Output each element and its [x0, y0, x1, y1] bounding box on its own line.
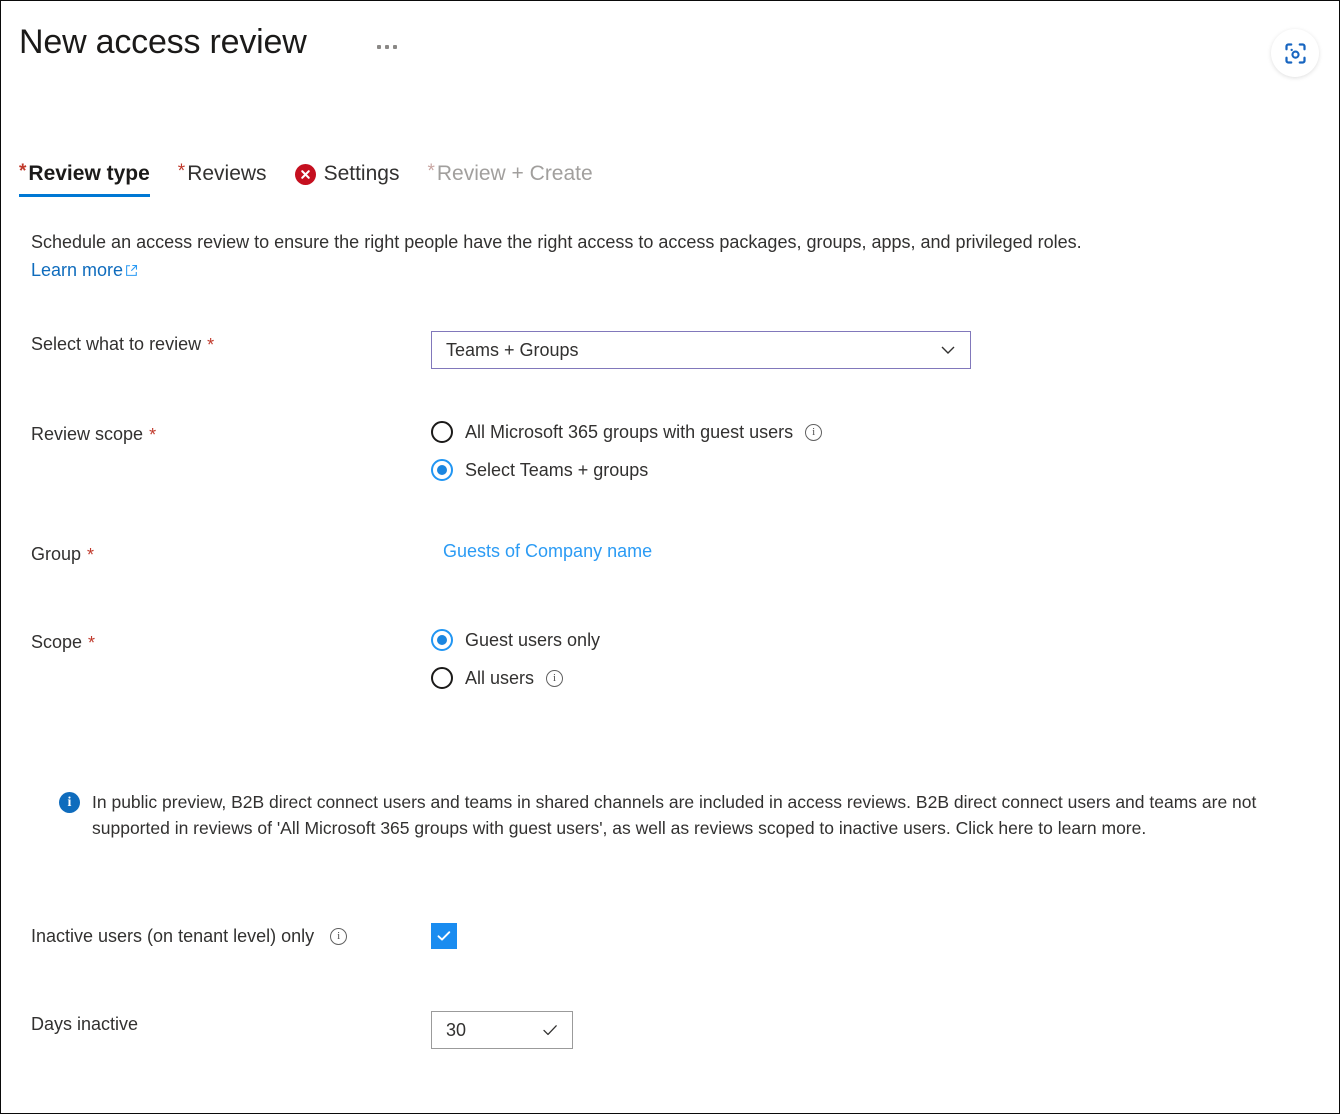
error-circle-icon — [295, 164, 316, 185]
required-marker: * — [178, 162, 185, 181]
scope-radio-group: Guest users only All users i — [431, 629, 600, 689]
tab-label: Review + Create — [437, 161, 593, 187]
radio-all-m365-groups[interactable]: All Microsoft 365 groups with guest user… — [431, 421, 822, 443]
close-x-glyph — [299, 168, 312, 181]
label-review-scope: Review scope * — [31, 421, 431, 447]
chevron-down-icon — [938, 340, 958, 360]
checkmark-icon[interactable] — [540, 1020, 560, 1040]
intro-description: Schedule an access review to ensure the … — [31, 228, 1281, 284]
camera-scan-icon — [1282, 40, 1309, 67]
radio-indicator[interactable] — [431, 667, 453, 689]
days-inactive-value: 30 — [446, 1020, 466, 1041]
required-marker: * — [149, 422, 156, 448]
wizard-tabs: * Review type * Reviews Settings * Revie… — [19, 161, 621, 197]
info-circle-icon: i — [59, 792, 80, 813]
label-group: Group * — [31, 541, 431, 567]
learn-more-label: Learn more — [31, 256, 123, 284]
required-marker: * — [87, 542, 94, 568]
info-icon[interactable]: i — [805, 424, 822, 441]
ellipsis-dot — [385, 45, 389, 49]
page-title: New access review — [19, 23, 307, 62]
label-scope: Scope * — [31, 629, 431, 655]
banner-text: In public preview, B2B direct connect us… — [92, 789, 1281, 841]
days-inactive-input[interactable]: 30 — [431, 1011, 573, 1049]
radio-label: All users — [465, 668, 534, 689]
radio-guest-users-only[interactable]: Guest users only — [431, 629, 600, 651]
required-marker: * — [19, 162, 26, 181]
ellipsis-dot — [377, 45, 381, 49]
row-select-what-to-review: Select what to review * Teams + Groups — [31, 331, 971, 369]
inactive-users-checkbox[interactable] — [431, 923, 457, 949]
label-text: Inactive users (on tenant level) only — [31, 923, 314, 949]
tab-label: Settings — [324, 161, 400, 187]
row-scope: Scope * Guest users only All users i — [31, 629, 600, 689]
radio-indicator[interactable] — [431, 629, 453, 651]
tab-reviews[interactable]: * Reviews — [178, 161, 281, 197]
select-what-to-review-dropdown[interactable]: Teams + Groups — [431, 331, 971, 369]
label-text: Group — [31, 541, 81, 567]
radio-indicator[interactable] — [431, 421, 453, 443]
tab-review-type[interactable]: * Review type — [19, 161, 164, 197]
screen-capture-button[interactable] — [1271, 29, 1319, 77]
radio-label: All Microsoft 365 groups with guest user… — [465, 422, 793, 443]
radio-select-teams-groups[interactable]: Select Teams + groups — [431, 459, 822, 481]
more-options-button[interactable] — [377, 45, 397, 49]
info-icon[interactable]: i — [330, 928, 347, 945]
tab-label: Reviews — [187, 161, 266, 187]
radio-label: Guest users only — [465, 630, 600, 651]
external-link-icon — [125, 264, 138, 277]
row-review-scope: Review scope * All Microsoft 365 groups … — [31, 421, 822, 481]
group-selection-link[interactable]: Guests of Company name — [443, 541, 652, 562]
tab-settings[interactable]: Settings — [295, 161, 414, 197]
label-days-inactive: Days inactive — [31, 1011, 431, 1037]
radio-label: Select Teams + groups — [465, 460, 648, 481]
row-group: Group * Guests of Company name — [31, 541, 652, 567]
review-scope-radio-group: All Microsoft 365 groups with guest user… — [431, 421, 822, 481]
dropdown-value: Teams + Groups — [446, 340, 579, 361]
preview-info-banner: i In public preview, B2B direct connect … — [59, 789, 1281, 841]
checkmark-icon — [435, 927, 453, 945]
required-marker: * — [427, 162, 434, 181]
ellipsis-dot — [393, 45, 397, 49]
radio-all-users[interactable]: All users i — [431, 667, 600, 689]
learn-more-link[interactable]: Learn more — [31, 256, 138, 284]
tab-label: Review type — [28, 161, 149, 187]
radio-indicator[interactable] — [431, 459, 453, 481]
active-tab-underline — [19, 194, 150, 197]
label-text: Days inactive — [31, 1011, 138, 1037]
label-inactive-users-only: Inactive users (on tenant level) only i — [31, 923, 431, 949]
new-access-review-page: New access review * Review type * — [0, 0, 1340, 1114]
intro-text: Schedule an access review to ensure the … — [31, 232, 1082, 252]
label-text: Review scope — [31, 421, 143, 447]
required-marker: * — [207, 332, 214, 358]
row-days-inactive: Days inactive 30 — [31, 1011, 573, 1049]
row-inactive-users-only: Inactive users (on tenant level) only i — [31, 923, 457, 949]
tab-review-create[interactable]: * Review + Create — [427, 161, 606, 197]
info-icon[interactable]: i — [546, 670, 563, 687]
required-marker: * — [88, 630, 95, 656]
label-text: Scope — [31, 629, 82, 655]
label-text: Select what to review — [31, 331, 201, 357]
page-header: New access review — [1, 1, 1339, 111]
label-select-what-to-review: Select what to review * — [31, 331, 431, 357]
